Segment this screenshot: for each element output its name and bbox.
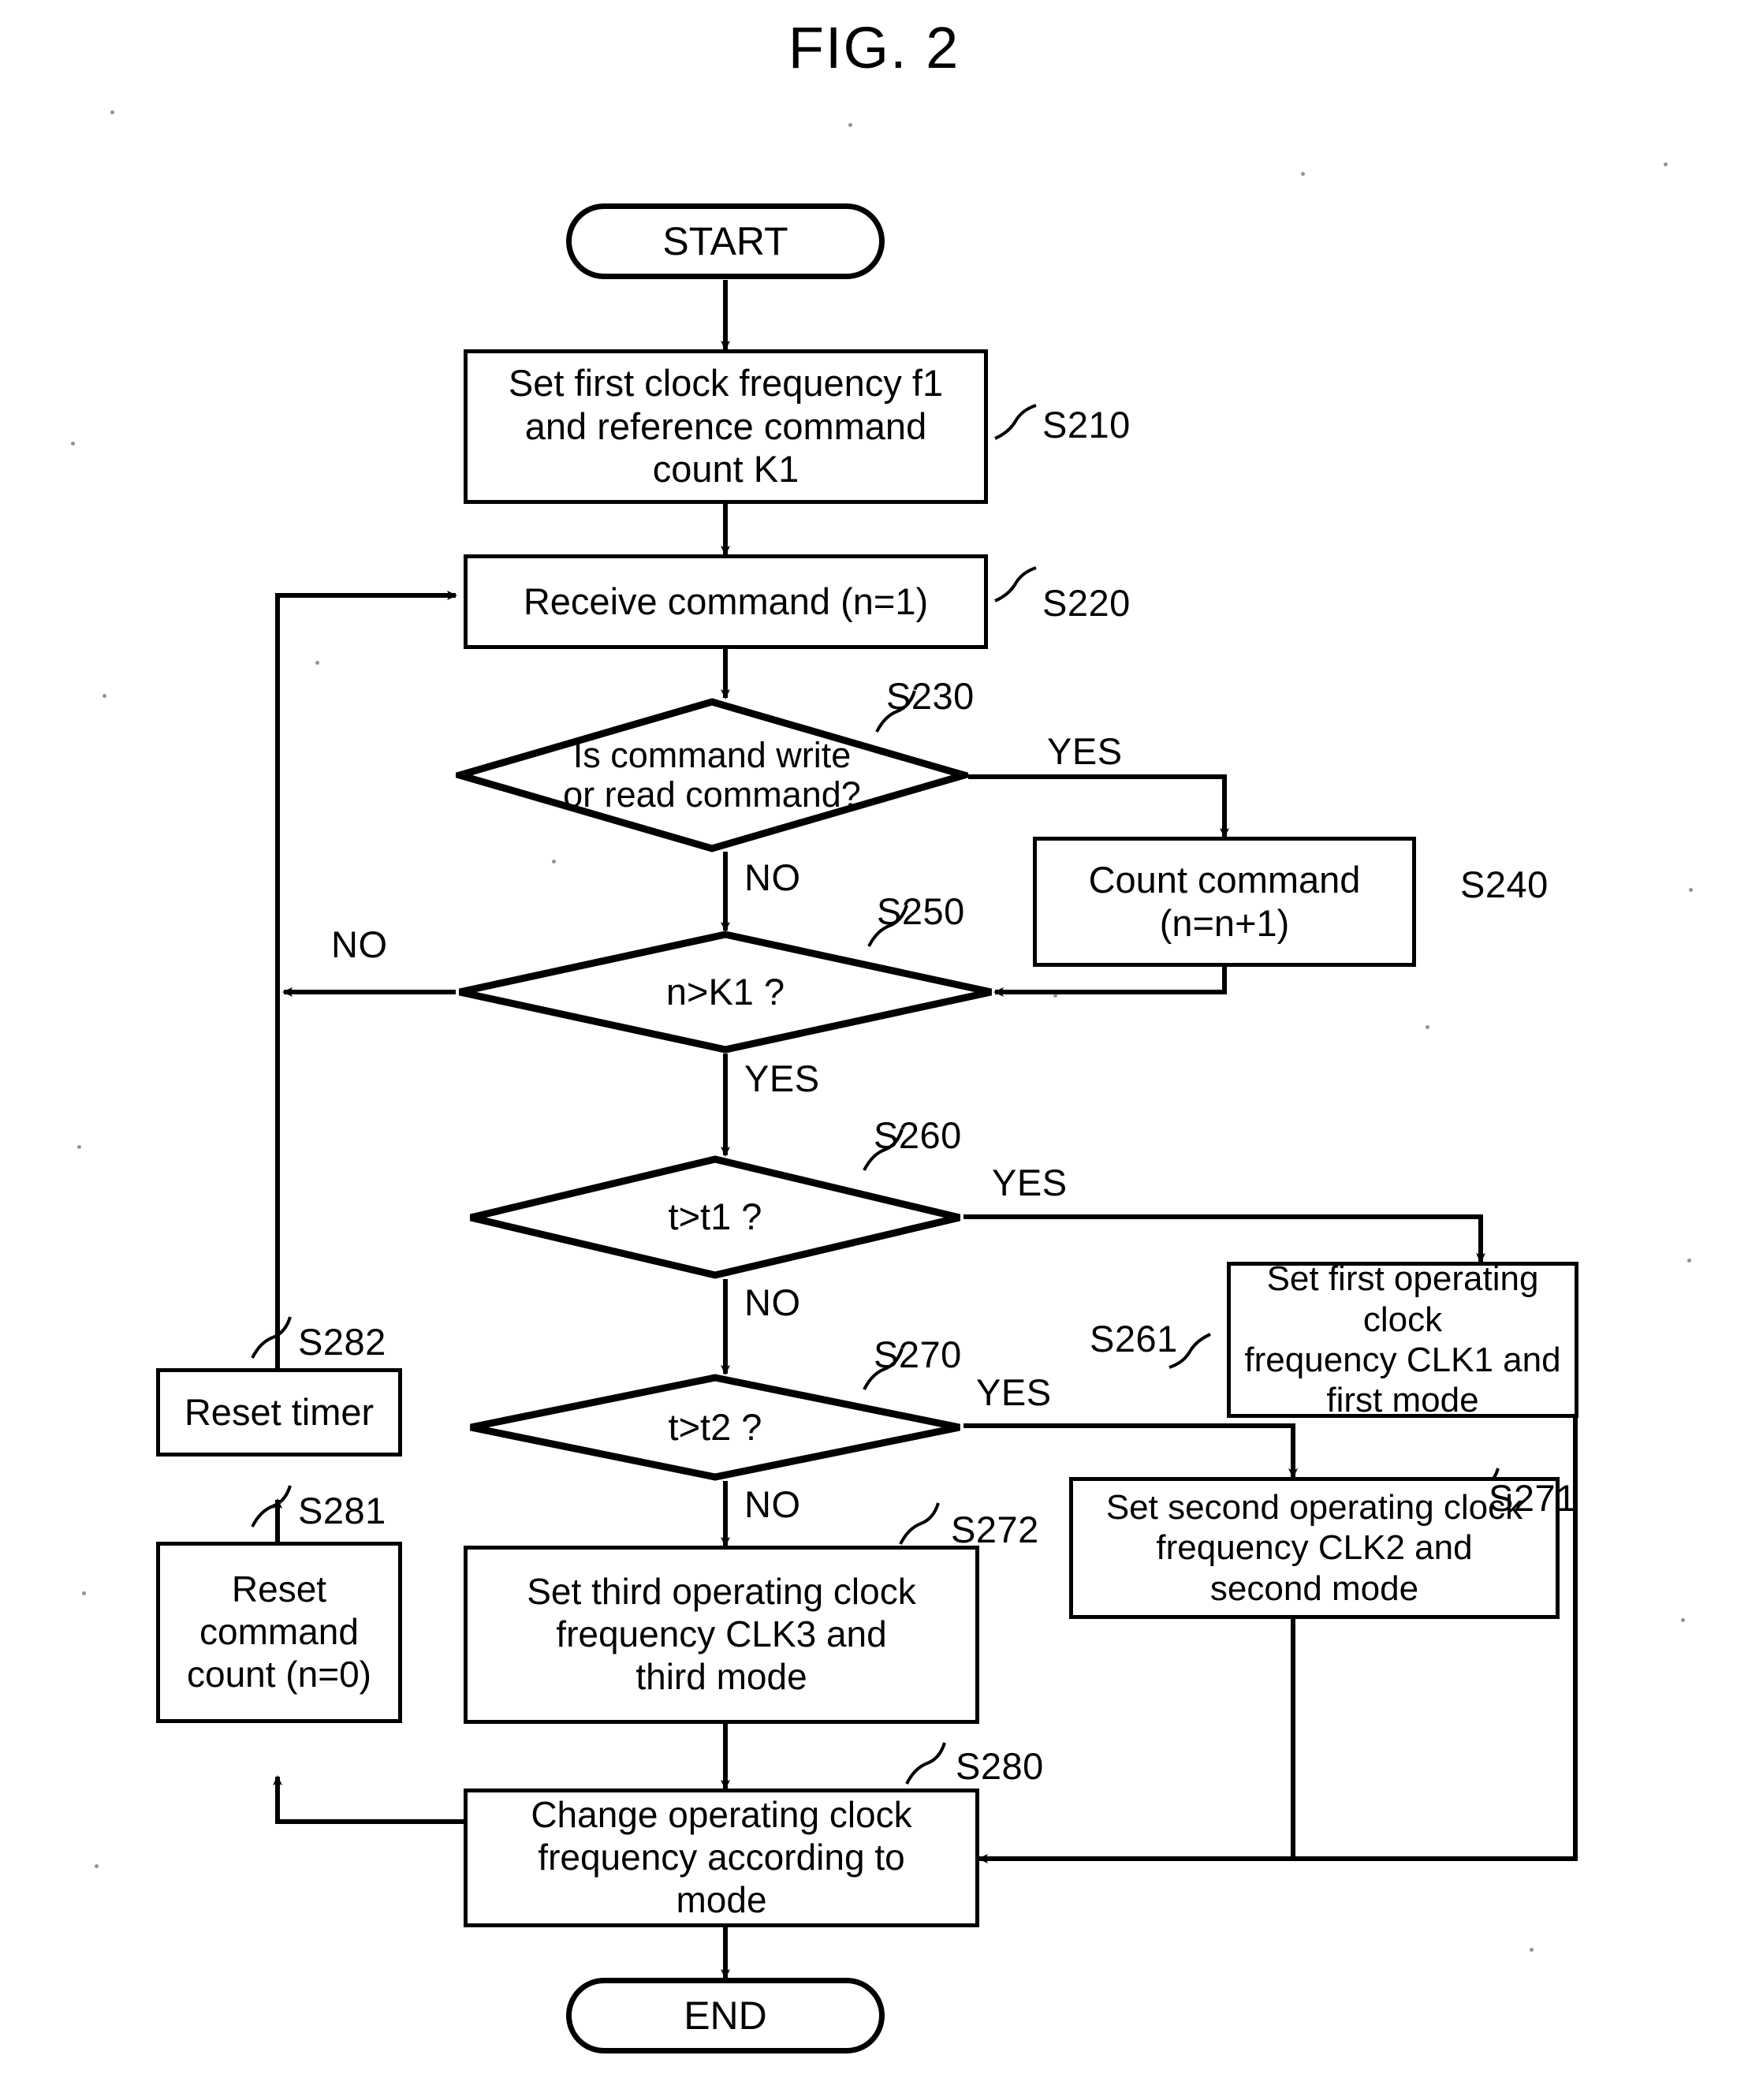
start-terminator: START [566, 203, 885, 279]
edge-label-s230-yes: YES [1047, 730, 1123, 772]
decision-s250: n>K1 ? [456, 931, 995, 1054]
decision-s270: t>t2 ? [467, 1374, 963, 1481]
leader-s281 [251, 1485, 292, 1527]
edge-label-s260-no: NO [744, 1281, 801, 1323]
scan-speck [356, 1341, 360, 1345]
edge-s260-yes-to-s261 [963, 1214, 1485, 1263]
edge-label-s270-yes: YES [976, 1371, 1052, 1413]
step-tag-s281: S281 [298, 1490, 386, 1531]
decision-s230: Is command write or read command? [456, 698, 968, 852]
edge-label-s270-no: NO [744, 1483, 801, 1525]
edge-s282-to-s220 [275, 591, 457, 1368]
scan-speck [552, 860, 556, 863]
start-label: START [662, 218, 788, 263]
scan-speck [102, 694, 106, 698]
step-tag-s272: S272 [951, 1509, 1039, 1550]
process-s261-label: Set first operating clock frequency CLK1… [1244, 1259, 1561, 1420]
scan-speck [1530, 1948, 1534, 1952]
process-s261: Set first operating clock frequency CLK1… [1227, 1259, 1578, 1420]
edge-s270-yes-to-s271 [963, 1423, 1298, 1479]
process-s271-label: Set second operating clock frequency CLK… [1105, 1487, 1523, 1608]
process-s281-label: Reset command count (n=0) [187, 1568, 371, 1695]
decision-s250-label: n>K1 ? [665, 970, 785, 1013]
leader-s210 [994, 404, 1037, 440]
step-tag-s250: S250 [877, 890, 965, 932]
scan-speck [1426, 1025, 1429, 1029]
step-tag-s270: S270 [874, 1333, 962, 1375]
process-s280-label: Change operating clock frequency accordi… [531, 1794, 912, 1920]
decision-s270-label: t>t2 ? [668, 1405, 762, 1448]
leader-s220 [994, 566, 1037, 602]
step-tag-s282: S282 [298, 1321, 386, 1363]
process-s240-label: Count command (n=n+1) [1088, 858, 1361, 944]
edge-s240-to-s250 [993, 967, 1227, 997]
scan-speck [82, 1591, 86, 1595]
process-s220: Receive command (n=1) [464, 554, 988, 649]
step-tag-s230: S230 [886, 675, 975, 717]
page-title: FIG. 2 [788, 15, 960, 80]
process-s281: Reset command count (n=0) [156, 1542, 402, 1723]
scan-speck [315, 661, 319, 665]
scan-speck [95, 1864, 99, 1868]
scan-speck [77, 1145, 81, 1149]
edge-label-s250-yes: YES [744, 1057, 820, 1099]
leader-s272 [899, 1502, 940, 1545]
process-s272: Set third operating clock frequency CLK3… [464, 1546, 979, 1724]
scan-speck [1053, 994, 1057, 998]
decision-s260-label: t>t1 ? [668, 1195, 762, 1238]
scan-speck [1689, 888, 1693, 892]
scan-speck [71, 442, 75, 446]
process-s220-label: Receive command (n=1) [523, 580, 929, 622]
process-s210: Set first clock frequency f1 and referen… [464, 349, 988, 504]
leader-s282 [251, 1316, 292, 1359]
process-s280: Change operating clock frequency accordi… [464, 1789, 979, 1927]
process-s271: Set second operating clock frequency CLK… [1069, 1477, 1560, 1619]
step-tag-s220: S220 [1042, 582, 1131, 624]
edge-label-s250-no: NO [331, 923, 388, 965]
edge-s280-to-s281 [273, 1775, 467, 1824]
edge-label-s230-no: NO [744, 856, 801, 898]
step-tag-s210: S210 [1042, 404, 1131, 446]
edge-label-s260-yes: YES [992, 1162, 1068, 1203]
decision-s230-label: Is command write or read command? [563, 734, 861, 815]
process-s282-label: Reset timer [184, 1390, 375, 1433]
decision-s260: t>t1 ? [467, 1155, 963, 1279]
figure-page: FIG. 2 START Set first clock frequency f… [0, 0, 1748, 2100]
scan-speck [1301, 172, 1305, 176]
step-tag-s271: S271 [1489, 1477, 1577, 1519]
end-terminator: END [566, 1978, 885, 2053]
step-tag-s260: S260 [874, 1114, 962, 1156]
edge-s230-yes-to-s240 [968, 774, 1229, 838]
step-tag-s240: S240 [1460, 863, 1549, 905]
end-label: END [684, 1993, 767, 2038]
process-s210-label: Set first clock frequency f1 and referen… [508, 361, 944, 490]
process-s240: Count command (n=n+1) [1033, 837, 1416, 967]
process-s272-label: Set third operating clock frequency CLK3… [527, 1571, 916, 1697]
scan-speck [848, 123, 852, 127]
leader-s280 [905, 1742, 946, 1785]
scan-speck [110, 110, 114, 114]
step-tag-s261: S261 [1090, 1318, 1178, 1360]
scan-speck [1687, 1259, 1691, 1263]
scan-speck [1681, 1618, 1685, 1622]
step-tag-s280: S280 [956, 1745, 1044, 1787]
process-s282: Reset timer [156, 1368, 402, 1457]
scan-speck [1664, 162, 1668, 166]
